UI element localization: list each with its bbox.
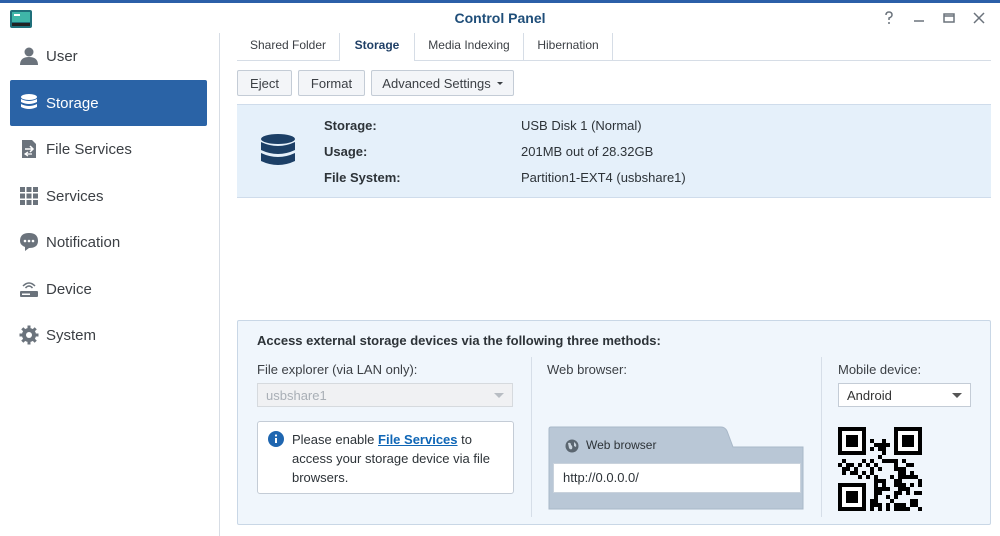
sidebar: User Storage File Services Services Noti… — [0, 33, 220, 536]
advanced-settings-button[interactable]: Advanced Settings — [371, 70, 514, 96]
globe-icon — [565, 439, 579, 453]
share-select[interactable]: usbshare1 — [257, 383, 513, 407]
eject-button[interactable]: Eject — [237, 70, 292, 96]
share-select-value: usbshare1 — [266, 387, 327, 403]
minimize-icon[interactable] — [908, 7, 930, 29]
sidebar-item-label: Notification — [46, 233, 121, 251]
tab-hibernation[interactable]: Hibernation — [524, 33, 613, 61]
gear-icon — [18, 324, 40, 346]
title-bar: Control Panel — [0, 3, 1000, 33]
sidebar-item-file-services[interactable]: File Services — [10, 126, 207, 172]
sidebar-item-label: Storage — [46, 94, 99, 112]
file-services-note: Please enable File Services to access yo… — [257, 421, 514, 494]
sidebar-item-label: System — [46, 326, 97, 344]
qr-code — [838, 427, 922, 511]
sidebar-item-label: User — [46, 47, 78, 65]
chat-bubble-icon — [18, 231, 40, 253]
column-divider — [821, 357, 822, 517]
note-text-before: Please enable — [292, 432, 379, 447]
column-divider — [531, 357, 532, 517]
database-icon — [18, 92, 40, 114]
file-explorer-label: File explorer (via LAN only): — [257, 362, 418, 377]
sidebar-item-notification[interactable]: Notification — [10, 219, 207, 265]
user-icon — [18, 45, 40, 67]
tab-media-indexing[interactable]: Media Indexing — [415, 33, 524, 61]
grid-icon — [18, 185, 40, 207]
window-title: Control Panel — [454, 10, 546, 26]
usage-label: Usage: — [324, 144, 368, 159]
web-browser-url[interactable]: http://0.0.0.0/ — [553, 463, 801, 493]
tab-shared-folder[interactable]: Shared Folder — [237, 33, 340, 61]
sidebar-item-system[interactable]: System — [10, 312, 207, 358]
file-services-link[interactable]: File Services — [378, 432, 458, 447]
file-system-label: File System: — [324, 170, 401, 185]
advanced-settings-label: Advanced Settings — [382, 75, 491, 91]
help-icon[interactable] — [878, 7, 900, 29]
close-icon[interactable] — [968, 7, 990, 29]
access-methods-panel: Access external storage devices via the … — [237, 320, 991, 525]
web-browser-label: Web browser: — [547, 362, 627, 377]
web-browser-tab-label: Web browser — [586, 438, 657, 452]
chevron-down-icon — [952, 393, 962, 398]
sidebar-item-device[interactable]: Device — [10, 266, 207, 312]
tab-bar: Shared Folder Storage Media Indexing Hib… — [237, 33, 991, 61]
file-system-value: Partition1-EXT4 (usbshare1) — [521, 170, 686, 185]
usage-value: 201MB out of 28.32GB — [521, 144, 654, 159]
mobile-os-select-value: Android — [847, 387, 892, 403]
storage-info-panel: Storage: USB Disk 1 (Normal) Usage: 201M… — [237, 104, 991, 198]
mobile-os-select[interactable]: Android — [838, 383, 971, 407]
format-button[interactable]: Format — [298, 70, 365, 96]
sidebar-item-label: Device — [46, 280, 92, 298]
file-services-icon — [18, 138, 40, 160]
chevron-down-icon — [494, 393, 504, 398]
sidebar-item-storage[interactable]: Storage — [10, 80, 207, 126]
tab-storage[interactable]: Storage — [340, 33, 415, 61]
maximize-icon[interactable] — [938, 7, 960, 29]
caret-down-icon — [496, 81, 503, 85]
info-icon — [268, 431, 284, 447]
sidebar-item-label: File Services — [46, 140, 132, 158]
storage-value: USB Disk 1 (Normal) — [521, 118, 642, 133]
sidebar-item-label: Services — [46, 187, 104, 205]
sidebar-item-services[interactable]: Services — [10, 173, 207, 219]
note-text: Please enable File Services to access yo… — [292, 430, 508, 487]
router-icon — [18, 278, 40, 300]
mobile-device-label: Mobile device: — [838, 362, 922, 377]
storage-label: Storage: — [324, 118, 377, 133]
database-icon — [259, 133, 297, 171]
sidebar-item-user[interactable]: User — [10, 33, 207, 79]
access-methods-title: Access external storage devices via the … — [257, 333, 661, 348]
